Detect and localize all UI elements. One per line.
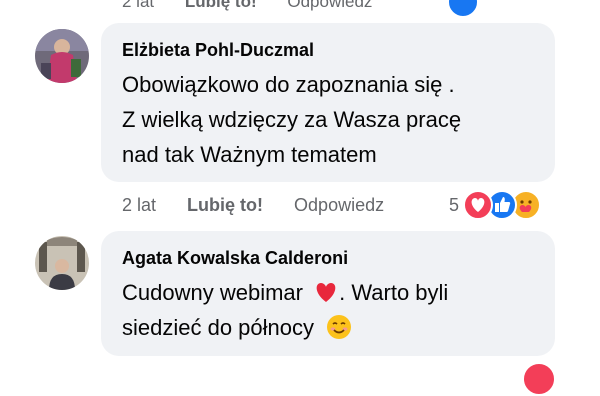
like-button[interactable]: Lubię to! xyxy=(185,0,257,11)
comment-actions: 2 lat Lubię to! Odpowiedz xyxy=(122,195,384,216)
comment-text-line: Z wielką wdzięczy za Wasza pracę xyxy=(122,107,462,132)
comment-text-line: nad tak Ważnym tematem xyxy=(122,142,377,167)
previous-comment-actions: 2 lat Lubię to! Odpowiedz xyxy=(122,0,398,12)
heart-emoji xyxy=(313,279,339,303)
comment-time[interactable]: 2 lat xyxy=(122,195,156,215)
reply-button[interactable]: Odpowiedz xyxy=(287,0,372,11)
comment-author[interactable]: Agata Kowalska Calderoni xyxy=(122,248,348,269)
comment-text-segment: Cudowny webimar xyxy=(122,280,303,305)
comment-author[interactable]: Elżbieta Pohl-Duczmal xyxy=(122,40,314,61)
comment-text-line: siedzieć do północy xyxy=(122,310,448,345)
like-button[interactable]: Lubię to! xyxy=(187,195,263,215)
comment-time[interactable]: 2 lat xyxy=(122,0,154,11)
comment-text-segment: siedzieć do północy xyxy=(122,315,315,340)
reaction-count: 5 xyxy=(449,195,460,215)
comment-text: Cudowny webimar . Warto byli siedzieć do… xyxy=(122,275,448,345)
comment-text-segment: . Warto byli xyxy=(339,280,449,305)
comment-bubble: Agata Kowalska Calderoni Cudowny webimar… xyxy=(101,231,555,356)
smiling-face-emoji xyxy=(326,314,352,340)
comment-text: Obowiązkowo do zapoznania się . Z wielką… xyxy=(122,67,461,172)
reactions-summary[interactable]: 5 xyxy=(449,190,559,222)
heart-icon[interactable] xyxy=(522,362,556,396)
avatar[interactable] xyxy=(35,236,89,290)
like-reaction-icon[interactable] xyxy=(447,0,479,18)
comment-text-line: Obowiązkowo do zapoznania się . xyxy=(122,72,455,97)
avatar[interactable] xyxy=(35,29,89,83)
comment-bubble: Elżbieta Pohl-Duczmal Obowiązkowo do zap… xyxy=(101,23,555,182)
heart-icon xyxy=(463,190,493,220)
comment-text-line: Cudowny webimar . Warto byli xyxy=(122,275,448,310)
reply-button[interactable]: Odpowiedz xyxy=(294,195,384,215)
